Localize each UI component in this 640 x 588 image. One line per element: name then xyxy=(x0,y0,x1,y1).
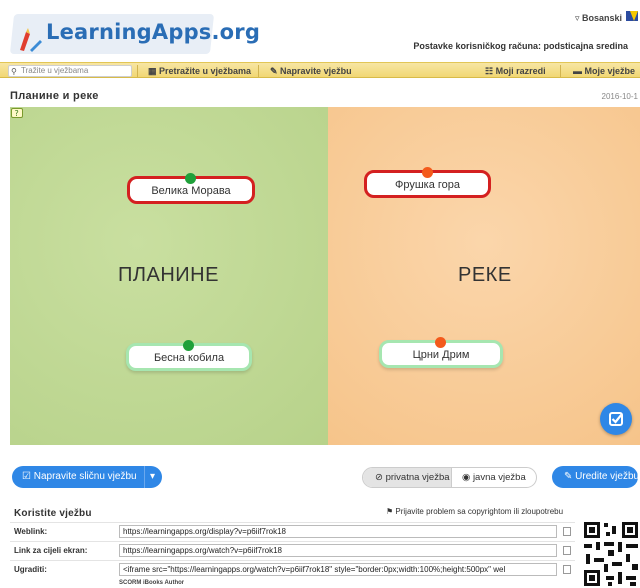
svg-text:?: ? xyxy=(15,109,19,118)
header: LearningApps.org ▿ Bosanski Postavke kor… xyxy=(0,0,640,62)
zone-label-mountains: ПЛАНИНЕ xyxy=(118,264,219,286)
card-label: Фрушка гора xyxy=(394,179,461,191)
make-similar-button[interactable]: ☑ Napravite sličnu vježbu ▾ xyxy=(12,466,162,488)
edit-icon: ☑ xyxy=(22,471,34,482)
qr-code xyxy=(582,520,640,588)
card-crni-drim[interactable]: Црни Дрим xyxy=(379,337,503,368)
card-velika-morava[interactable]: Велика Морава xyxy=(127,173,255,204)
pencil-icon: ✎ xyxy=(564,471,576,482)
search-icon: ⚲ xyxy=(11,67,17,76)
account-label: Postavke korisničkog računa: podsticajna… xyxy=(413,41,628,51)
logo-pencil-icon xyxy=(20,28,42,52)
connector-dot xyxy=(435,337,446,348)
search-input[interactable]: ⚲ Tražite u vježbama xyxy=(8,65,132,77)
page-title: Планине и реке xyxy=(10,90,99,102)
weblink-label: Weblink: xyxy=(14,527,48,536)
nav-create[interactable]: ✎ Napravite vježbu xyxy=(270,66,352,77)
edit-app-label: Uredite vježbu xyxy=(575,471,640,482)
chevron-down-icon: ▿ xyxy=(574,13,582,23)
date-label: 2016-10-1 xyxy=(601,92,638,101)
nav-divider xyxy=(258,65,259,77)
connector-dot xyxy=(185,173,196,184)
language-label: Bosanski xyxy=(581,13,622,23)
eye-icon: ◉ xyxy=(462,472,473,483)
edit-app-button[interactable]: ✎ Uredite vježbu xyxy=(552,466,640,488)
account-settings[interactable]: Postavke korisničkog računa: podsticajna… xyxy=(413,41,628,51)
weblink-field[interactable]: https://learningapps.org/display?v=p6iif… xyxy=(119,525,557,538)
nav-my-apps-label: Moje vježbe xyxy=(584,66,636,76)
caret-down-icon: ▾ xyxy=(150,471,156,482)
grid-icon: ▦ xyxy=(148,66,160,76)
copy-icon[interactable] xyxy=(563,546,571,555)
card-fruska-gora[interactable]: Фрушка гора xyxy=(364,167,491,198)
visibility-toggle[interactable]: ⊘ privatna vježba ◉ javna vježba xyxy=(362,467,537,488)
use-section-title: Koristite vježbu xyxy=(14,508,92,519)
public-option[interactable]: ◉ javna vježba xyxy=(451,468,536,487)
pencil-icon: ✎ xyxy=(270,66,281,76)
zone-label-rivers: РЕКЕ xyxy=(458,264,512,286)
export-links[interactable]: SCORM iBooks Author xyxy=(119,580,184,586)
folder-icon: ▬ xyxy=(573,66,585,76)
flag-icon[interactable] xyxy=(626,11,638,21)
nav-browse-label: Pretražite u vježbama xyxy=(159,66,252,76)
card-label: Бесна кобила xyxy=(153,352,225,364)
fullscreen-link-label: Link za cijeli ekran: xyxy=(14,546,88,555)
connector-dot xyxy=(183,340,194,351)
eye-slash-icon: ⊘ xyxy=(375,472,386,483)
report-link[interactable]: ⚑ Prijavite problem sa copyrightom ili z… xyxy=(386,507,563,516)
copy-icon[interactable] xyxy=(563,527,571,536)
row-divider xyxy=(10,522,575,523)
row-divider xyxy=(10,541,575,542)
make-similar-label: Napravite sličnu vježbu xyxy=(33,471,137,482)
private-label: privatna vježba xyxy=(385,472,450,483)
card-label: Црни Дрим xyxy=(412,349,470,361)
list-icon: ☷ xyxy=(485,66,496,76)
check-button[interactable] xyxy=(600,403,632,435)
button-divider xyxy=(144,466,145,488)
flag-report-icon: ⚑ xyxy=(386,507,396,516)
report-label: Prijavite problem sa copyrightom ili zlo… xyxy=(395,507,564,516)
nav-browse[interactable]: ▦ Pretražite u vježbama xyxy=(148,66,251,77)
card-label: Велика Морава xyxy=(151,185,231,197)
app-area: ? ПЛАНИНЕ РЕКЕ Велика Морава Фрушка гора… xyxy=(10,107,640,445)
private-option[interactable]: ⊘ privatna vježba xyxy=(363,468,451,487)
fullscreen-link-field[interactable]: https://learningapps.org/watch?v=p6iif7r… xyxy=(119,544,557,557)
embed-field[interactable]: <iframe src="https://learningapps.org/wa… xyxy=(119,563,557,576)
nav-classes-label: Moji razredi xyxy=(495,66,546,76)
connector-dot xyxy=(421,167,433,178)
nav-classes[interactable]: ☷ Moji razredi xyxy=(485,66,546,77)
logo-text: LearningApps.org xyxy=(46,20,261,44)
language-selector[interactable]: ▿ Bosanski xyxy=(575,13,622,24)
embed-label: Ugraditi: xyxy=(14,565,47,574)
public-label: javna vježba xyxy=(472,472,526,483)
card-besna-kobila[interactable]: Бесна кобила xyxy=(126,340,252,371)
nav-my-apps[interactable]: ▬ Moje vježbe xyxy=(573,66,635,76)
nav-bar: ⚲ Tražite u vježbama ▦ Pretražite u vjež… xyxy=(0,62,640,78)
search-placeholder: Tražite u vježbama xyxy=(21,66,89,75)
nav-divider xyxy=(137,65,138,77)
logo[interactable]: LearningApps.org xyxy=(9,10,260,58)
row-divider xyxy=(10,560,575,561)
nav-create-label: Napravite vježbu xyxy=(280,66,352,76)
nav-divider xyxy=(560,65,561,77)
copy-icon[interactable] xyxy=(563,565,571,574)
check-icon xyxy=(609,412,623,426)
help-icon[interactable]: ? xyxy=(11,108,23,120)
